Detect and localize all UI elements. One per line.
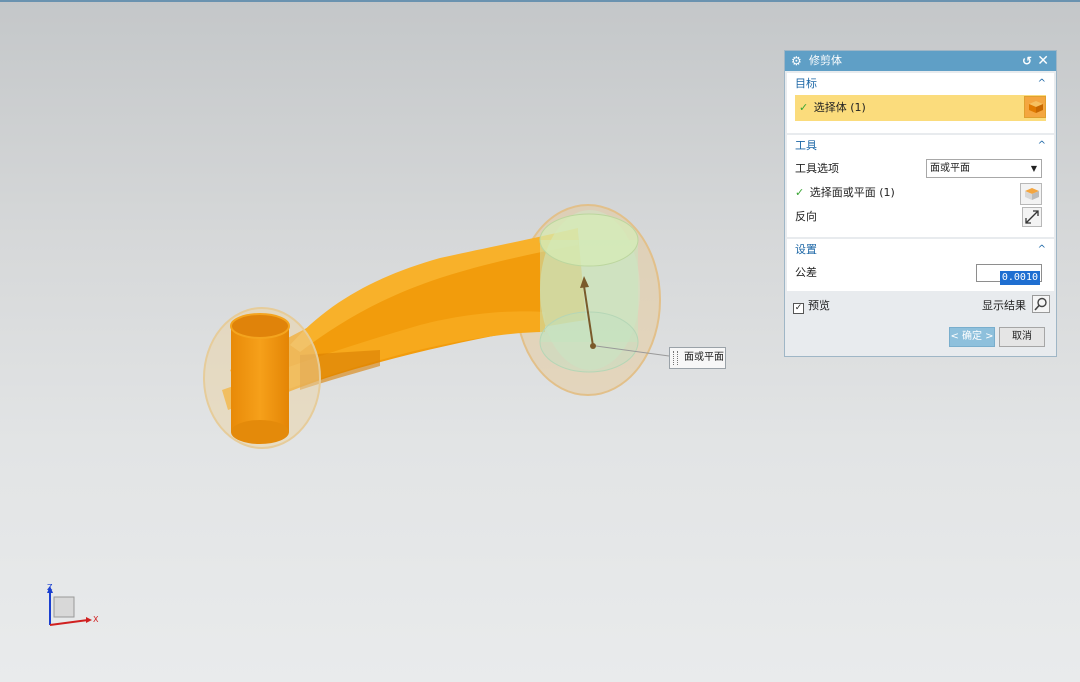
left-boss-top [230, 313, 290, 339]
show-result-button[interactable] [1032, 295, 1050, 313]
cube-icon [1029, 101, 1043, 113]
select-body-label: 选择体 (1) [813, 101, 866, 114]
target-group-label: 目标 [795, 77, 817, 90]
magnifier-icon [1034, 297, 1047, 311]
trim-body-dialog: ⚙ 修剪体 ↺ ✕ 目标 ^ ✓ 选择体 (1) 工具 ^ 工具选项 面或平面 … [784, 50, 1057, 357]
reverse-direction-button[interactable] [1022, 207, 1042, 227]
dropdown-arrow-icon[interactable]: ▼ [1031, 160, 1037, 177]
tool-group-label: 工具 [795, 139, 817, 152]
settings-group-header[interactable]: 设置 ^ [787, 239, 1054, 261]
tolerance-value: 0.0010 [999, 271, 1040, 285]
axis-x-label: X [93, 615, 99, 624]
preview-label: 预览 [808, 299, 830, 312]
settings-group: 设置 ^ 公差 0.0010 [787, 239, 1054, 291]
select-face-row[interactable]: ✓ 选择面或平面 (1) [787, 181, 1054, 205]
coordinate-triad [47, 586, 92, 626]
tool-cylinder-top [539, 213, 639, 267]
target-group: 目标 ^ ✓ 选择体 (1) [787, 73, 1054, 133]
preview-checkbox[interactable]: ✓ 预览 [793, 299, 830, 314]
dialog-footer: ✓ 预览 显示结果 < 确定 > 取消 [785, 291, 1056, 351]
ok-button[interactable]: < 确定 > [949, 327, 995, 347]
chevron-up-icon[interactable]: ^ [1038, 239, 1046, 261]
callout-grip[interactable] [673, 351, 678, 365]
vector-origin [590, 343, 596, 349]
face-cube-icon [1025, 188, 1039, 200]
checkbox-checked-icon[interactable]: ✓ [793, 303, 804, 314]
select-body-row[interactable]: ✓ 选择体 (1) [795, 95, 1046, 121]
dialog-titlebar[interactable]: ⚙ 修剪体 ↺ ✕ [785, 51, 1056, 71]
tool-option-label: 工具选项 [795, 162, 839, 175]
settings-group-label: 设置 [795, 243, 817, 256]
tool-group: 工具 ^ 工具选项 面或平面 ▼ ✓ 选择面或平面 (1) 反向 [787, 135, 1054, 237]
cancel-button[interactable]: 取消 [999, 327, 1045, 347]
show-result-label: 显示结果 [982, 299, 1026, 312]
reset-icon[interactable]: ↺ [1022, 51, 1032, 71]
check-icon: ✓ [795, 186, 805, 199]
check-icon: ✓ [799, 101, 809, 114]
select-body-button[interactable] [1024, 96, 1046, 118]
target-group-header[interactable]: 目标 ^ [787, 73, 1054, 95]
select-face-button[interactable] [1020, 183, 1042, 205]
select-face-label: 选择面或平面 (1) [809, 186, 895, 199]
callout-label: 面或平面 [684, 352, 724, 363]
reverse-row: 反向 [787, 205, 1054, 229]
dialog-title: 修剪体 [809, 54, 842, 67]
tool-option-select[interactable]: 面或平面 ▼ [926, 159, 1042, 178]
axis-z-label: Z [47, 583, 53, 592]
face-callout[interactable]: 面或平面 [669, 347, 726, 369]
left-boss-bottom [231, 420, 289, 444]
chevron-up-icon[interactable]: ^ [1038, 73, 1046, 95]
tool-group-header[interactable]: 工具 ^ [787, 135, 1054, 157]
reverse-arrows-icon [1025, 210, 1039, 224]
close-icon[interactable]: ✕ [1037, 51, 1049, 71]
reverse-label: 反向 [795, 210, 817, 223]
chevron-up-icon[interactable]: ^ [1038, 135, 1046, 157]
tolerance-input[interactable]: 0.0010 [976, 264, 1042, 285]
tolerance-label: 公差 [795, 266, 817, 279]
left-boss-body [231, 326, 289, 432]
tolerance-row: 公差 0.0010 [787, 261, 1054, 285]
tool-option-row: 工具选项 面或平面 ▼ [787, 157, 1054, 181]
tool-option-value: 面或平面 [930, 163, 970, 174]
gear-icon: ⚙ [791, 54, 802, 68]
